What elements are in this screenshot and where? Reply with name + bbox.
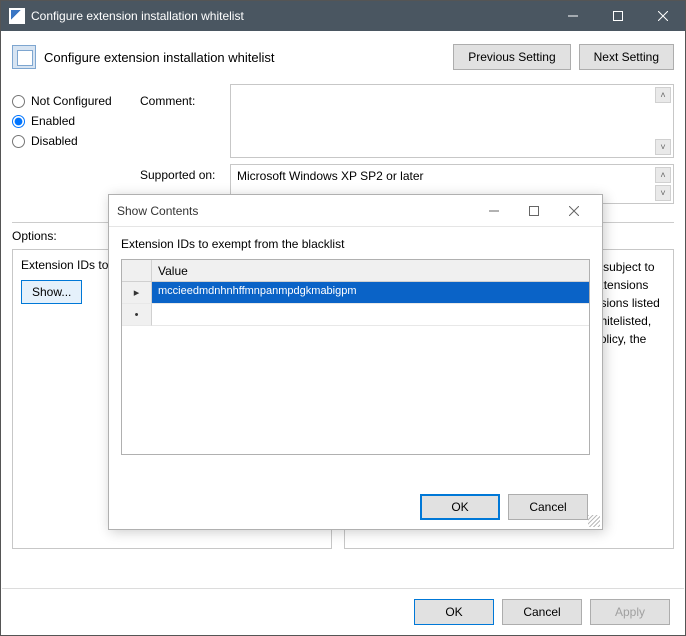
show-contents-dialog: Show Contents Extension IDs to exempt fr… [108,194,603,530]
label-column: Comment: Supported on: [140,80,230,204]
titlebar[interactable]: Configure extension installation whiteli… [1,1,685,31]
radio-enabled-label: Enabled [31,114,75,128]
grid-row[interactable]: ▸mccieedmdnhnhffmnpanmpdgkmabigpm [122,282,589,304]
show-button[interactable]: Show... [21,280,82,304]
dialog-maximize-button[interactable] [514,197,554,225]
close-button[interactable] [640,1,685,31]
dialog-cancel-button[interactable]: Cancel [508,494,588,520]
radio-disabled-label: Disabled [31,134,78,148]
resize-grip-icon[interactable] [588,515,600,527]
radio-disabled-input[interactable] [12,135,25,148]
values-grid[interactable]: Value ▸mccieedmdnhnhffmnpanmpdgkmabigpm• [121,259,590,455]
header-row: Configure extension installation whiteli… [2,32,684,76]
grid-column-value[interactable]: Value [152,264,188,278]
supported-on-value: Microsoft Windows XP SP2 or later [237,169,424,183]
row-marker-icon: • [122,304,152,326]
dialog-titlebar[interactable]: Show Contents [109,195,602,227]
footer: OK Cancel Apply [2,588,684,634]
grid-header: Value [122,260,589,282]
cancel-button[interactable]: Cancel [502,599,582,625]
policy-icon [12,45,36,69]
page-title: Configure extension installation whiteli… [44,50,275,65]
state-radios: Not Configured Enabled Disabled [12,80,140,204]
field-column: ˄ ˅ Microsoft Windows XP SP2 or later ˄ … [230,80,674,204]
dialog-footer: OK Cancel [109,485,602,529]
dialog-title: Show Contents [117,204,198,218]
grid-corner [122,260,152,281]
scroll-down-icon[interactable]: ˅ [655,139,671,155]
supported-on-label: Supported on: [140,168,230,182]
dialog-caption: Extension IDs to exempt from the blackli… [121,237,590,251]
grid-cell-value[interactable]: mccieedmdnhnhffmnpanmpdgkmabigpm [152,282,589,304]
app-icon [9,8,25,24]
radio-not-configured-label: Not Configured [31,94,112,108]
row-marker-icon: ▸ [122,282,152,304]
next-setting-button[interactable]: Next Setting [579,44,674,70]
dialog-close-button[interactable] [554,197,594,225]
minimize-button[interactable] [550,1,595,31]
comment-textarea[interactable]: ˄ ˅ [230,84,674,158]
previous-setting-button[interactable]: Previous Setting [453,44,570,70]
radio-not-configured-input[interactable] [12,95,25,108]
ok-button[interactable]: OK [414,599,494,625]
apply-button[interactable]: Apply [590,599,670,625]
radio-disabled[interactable]: Disabled [12,134,140,148]
comment-label: Comment: [140,94,230,108]
maximize-button[interactable] [595,1,640,31]
window-title: Configure extension installation whiteli… [31,9,244,23]
scroll-down-icon[interactable]: ˅ [655,185,671,201]
dialog-ok-button[interactable]: OK [420,494,500,520]
radio-enabled[interactable]: Enabled [12,114,140,128]
scroll-up-icon[interactable]: ˄ [655,167,671,183]
dialog-minimize-button[interactable] [474,197,514,225]
radio-enabled-input[interactable] [12,115,25,128]
grid-row[interactable]: • [122,304,589,326]
grid-cell-value[interactable] [152,304,589,326]
radio-not-configured[interactable]: Not Configured [12,94,140,108]
scroll-up-icon[interactable]: ˄ [655,87,671,103]
